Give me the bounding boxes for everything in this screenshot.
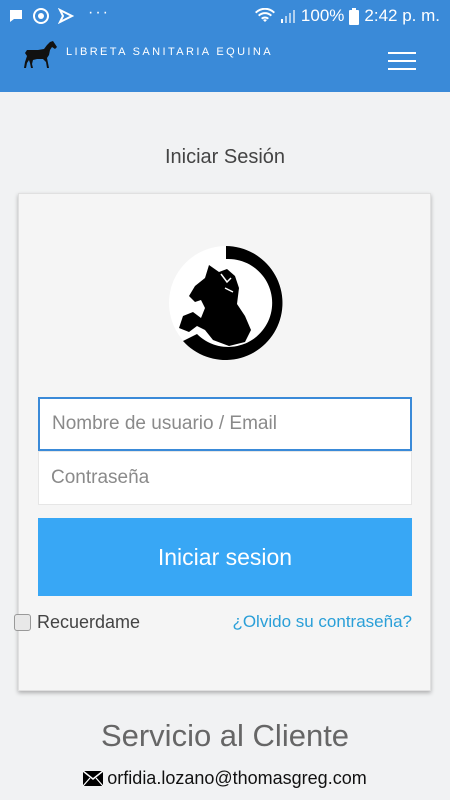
hamburger-menu-icon[interactable] [388, 50, 418, 72]
password-input[interactable] [38, 451, 412, 505]
wifi-icon [254, 8, 275, 22]
signal-icon [280, 10, 295, 23]
battery-icon [349, 7, 360, 25]
customer-service-title: Servicio al Cliente [100, 718, 350, 753]
email-text[interactable]: orfidia.lozano@thomasgreg.com [107, 768, 366, 789]
remember-label: Recuerdame [37, 612, 141, 632]
forgot-password-link[interactable]: ¿Olvido su contraseña? [232, 612, 412, 632]
envelope-icon [83, 771, 104, 786]
send-notification-icon [58, 8, 74, 24]
page-title: Iniciar Sesión [164, 146, 286, 168]
username-input[interactable] [38, 397, 412, 451]
status-system: 100% 2:42 p. m. [254, 6, 440, 26]
status-bar: ··· 100% 2:42 p. m. [0, 0, 450, 32]
app-title: LIBRETA SANITARIA EQUINA [66, 46, 273, 58]
clock: 2:42 p. m. [364, 6, 440, 25]
login-button[interactable]: Iniciar sesion [38, 518, 412, 596]
checkbox-box[interactable] [14, 614, 31, 631]
status-notifications: ··· [8, 4, 110, 25]
battery-percent: 100% [300, 6, 345, 25]
horse-logo-icon [169, 246, 283, 360]
contact-email[interactable]: orfidia.lozano@thomasgreg.com [0, 768, 450, 789]
sync-notification-icon [33, 8, 49, 24]
login-card: Iniciar sesion Recuerdame ¿Olvido su con… [14, 193, 431, 691]
chat-notification-icon [10, 10, 22, 22]
remember-checkbox[interactable]: Recuerdame [14, 612, 140, 633]
app-bar: LIBRETA SANITARIA EQUINA [0, 32, 450, 92]
more-notifications-dots: ··· [88, 4, 110, 21]
horse-icon [24, 41, 57, 68]
